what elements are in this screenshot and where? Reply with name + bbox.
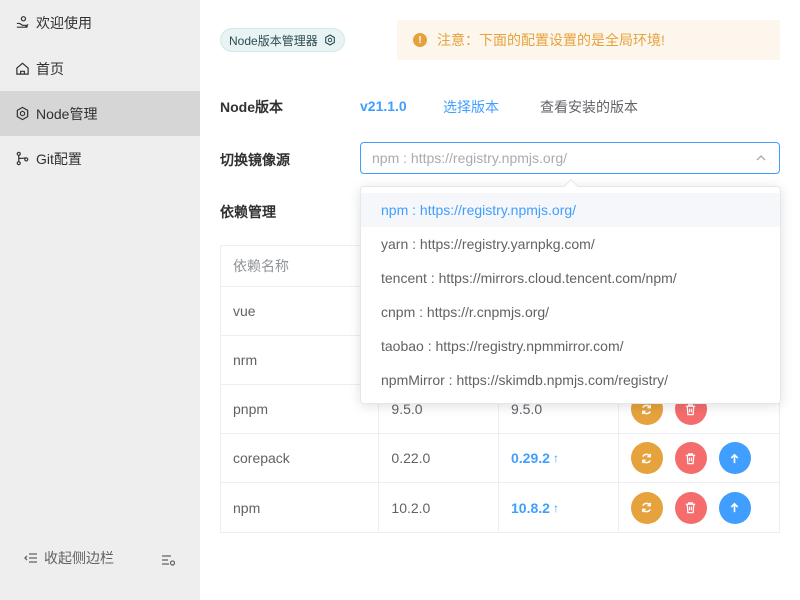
app-tag: Node版本管理器: [220, 28, 345, 52]
view-installed-link[interactable]: 查看安装的版本: [540, 97, 638, 117]
mirror-option-npm[interactable]: npm : https://registry.npmjs.org/: [361, 193, 780, 227]
dep-current-version: 10.2.0: [379, 483, 499, 532]
dep-latest-version: 0.29.2 ↑: [499, 434, 619, 482]
table-row: npm 10.2.0 10.8.2 ↑: [221, 483, 779, 532]
settings-icon[interactable]: [160, 552, 176, 568]
sidebar-item-home[interactable]: 首页: [0, 46, 200, 91]
dep-name: corepack: [221, 434, 380, 482]
alert-text: 注意：下面的配置设置的是全局环境!: [437, 32, 665, 48]
warning-alert: ! 注意：下面的配置设置的是全局环境!: [397, 20, 780, 60]
chevron-up-icon: [756, 155, 766, 161]
mirror-option-cnpm[interactable]: cnpm : https://r.cnpmjs.org/: [361, 295, 780, 329]
app-tag-label: Node版本管理器: [229, 33, 318, 48]
mirror-select[interactable]: npm : https://registry.npmjs.org/: [360, 142, 780, 174]
reinstall-button[interactable]: [630, 491, 663, 524]
dep-name: vue: [221, 287, 380, 335]
mirror-option-yarn[interactable]: yarn : https://registry.yarnpkg.com/: [361, 227, 780, 261]
mirror-option-taobao[interactable]: taobao : https://registry.npmmirror.com/: [361, 329, 780, 363]
trash-icon: [685, 403, 696, 415]
sidebar-item-label: Git配置: [36, 150, 82, 167]
mirror-label: 切换镜像源: [220, 152, 290, 168]
reinstall-button[interactable]: [630, 442, 663, 474]
mirror-option-npmmirror[interactable]: npmMirror : https://skimdb.npmjs.com/reg…: [361, 363, 780, 397]
select-version-link[interactable]: 选择版本: [443, 97, 499, 117]
dep-current-version: 0.22.0: [379, 434, 499, 482]
delete-button[interactable]: [674, 491, 707, 524]
sidebar-item-git[interactable]: Git配置: [0, 136, 200, 181]
node-version-label: Node版本: [220, 99, 283, 115]
arrow-up-icon: [730, 453, 739, 463]
dep-name: pnpm: [221, 385, 380, 433]
sidebar-item-label: 首页: [36, 60, 64, 77]
arrow-up-icon: ↑: [552, 500, 559, 515]
warning-icon: !: [413, 33, 427, 47]
refresh-icon: [642, 502, 652, 513]
trash-icon: [685, 452, 696, 464]
hand-icon: [14, 15, 30, 31]
arrow-up-icon: [730, 502, 739, 513]
node-icon: [324, 34, 335, 46]
arrow-up-icon: ↑: [552, 451, 559, 465]
git-icon: [14, 151, 30, 167]
refresh-icon: [642, 453, 652, 463]
sidebar-item-label: Node管理: [36, 105, 98, 122]
refresh-icon: [642, 404, 652, 414]
sidebar-item-welcome[interactable]: 欢迎使用: [0, 0, 200, 45]
table-row: corepack 0.22.0 0.29.2 ↑: [221, 434, 779, 483]
mirror-select-placeholder: npm : https://registry.npmjs.org/: [372, 150, 568, 166]
dep-actions: [619, 483, 779, 532]
latest-version-text: 10.8.2: [511, 499, 550, 516]
sidebar: 欢迎使用 首页 Node管理 Git配置 收起侧边栏: [0, 0, 200, 600]
deps-label: 依赖管理: [220, 204, 276, 220]
sidebar-item-node[interactable]: Node管理: [0, 91, 200, 136]
dep-actions: [619, 434, 779, 482]
node-icon: [14, 106, 30, 122]
mirror-dropdown: npm : https://registry.npmjs.org/ yarn :…: [360, 178, 781, 404]
upgrade-button[interactable]: [718, 442, 751, 474]
dep-name: nrm: [221, 336, 380, 384]
home-icon: [14, 61, 30, 77]
latest-version-text: 0.29.2: [511, 450, 550, 466]
delete-button[interactable]: [674, 442, 707, 474]
column-header-name: 依赖名称: [221, 246, 380, 286]
node-version-value: v21.1.0: [360, 98, 407, 114]
mirror-option-tencent[interactable]: tencent : https://mirrors.cloud.tencent.…: [361, 261, 780, 295]
upgrade-button[interactable]: [718, 491, 751, 524]
sidebar-item-label: 欢迎使用: [36, 14, 92, 31]
collapse-sidebar-button[interactable]: 收起侧边栏: [24, 548, 114, 568]
collapse-icon: [24, 551, 38, 565]
dep-name: npm: [221, 483, 380, 532]
collapse-label: 收起侧边栏: [44, 550, 114, 566]
dep-latest-version: 10.8.2 ↑: [499, 483, 619, 532]
trash-icon: [685, 502, 696, 514]
